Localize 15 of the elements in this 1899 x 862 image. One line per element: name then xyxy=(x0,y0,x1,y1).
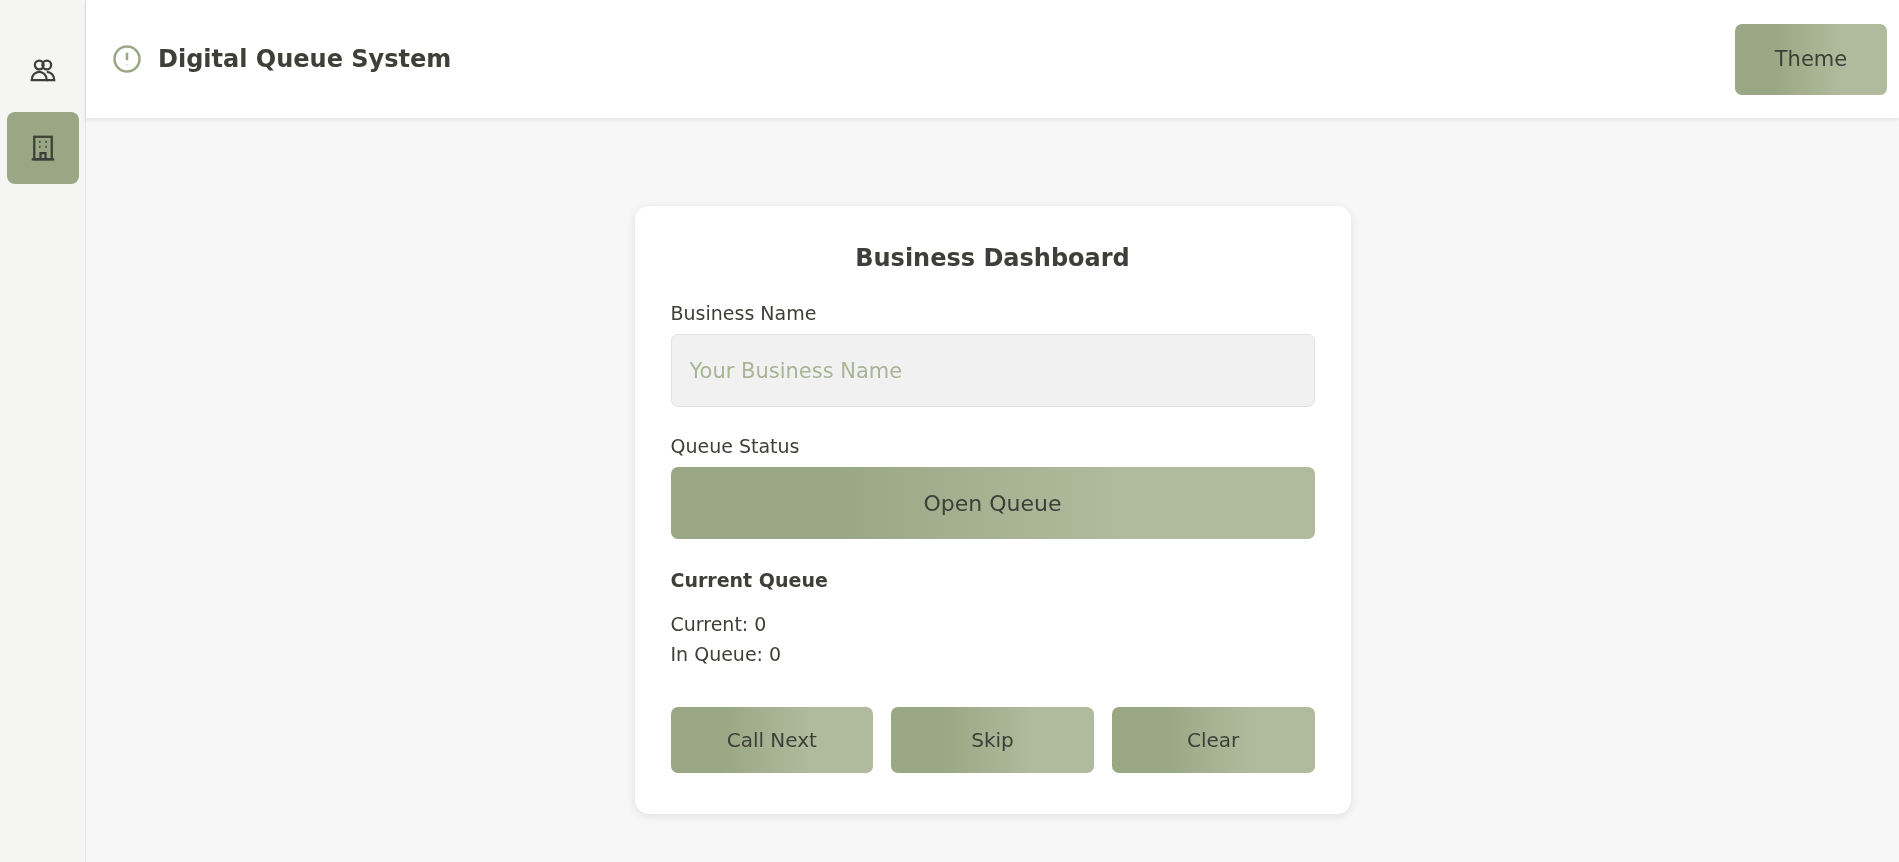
theme-button[interactable]: Theme xyxy=(1735,23,1887,95)
section-heading: Current Queue xyxy=(670,569,829,591)
action-button[interactable]: Call Next xyxy=(670,707,874,773)
open-queue-button[interactable]: Open Queue xyxy=(670,467,1315,539)
field-label: Queue Status xyxy=(670,435,801,457)
queue-stat: Current: 0 xyxy=(670,612,768,637)
sidebar-item[interactable] xyxy=(6,112,79,184)
field-label: Business Name xyxy=(670,302,818,324)
info-icon xyxy=(112,44,142,74)
business-name-field[interactable]: Your Business Name xyxy=(670,334,1315,407)
card-title: Business Dashboard xyxy=(854,244,1131,272)
queue-stat: In Queue: 0 xyxy=(670,642,783,667)
app-title: Digital Queue System xyxy=(158,45,452,73)
action-button[interactable]: Skip xyxy=(891,707,1094,773)
action-button[interactable]: Clear xyxy=(1111,707,1315,773)
